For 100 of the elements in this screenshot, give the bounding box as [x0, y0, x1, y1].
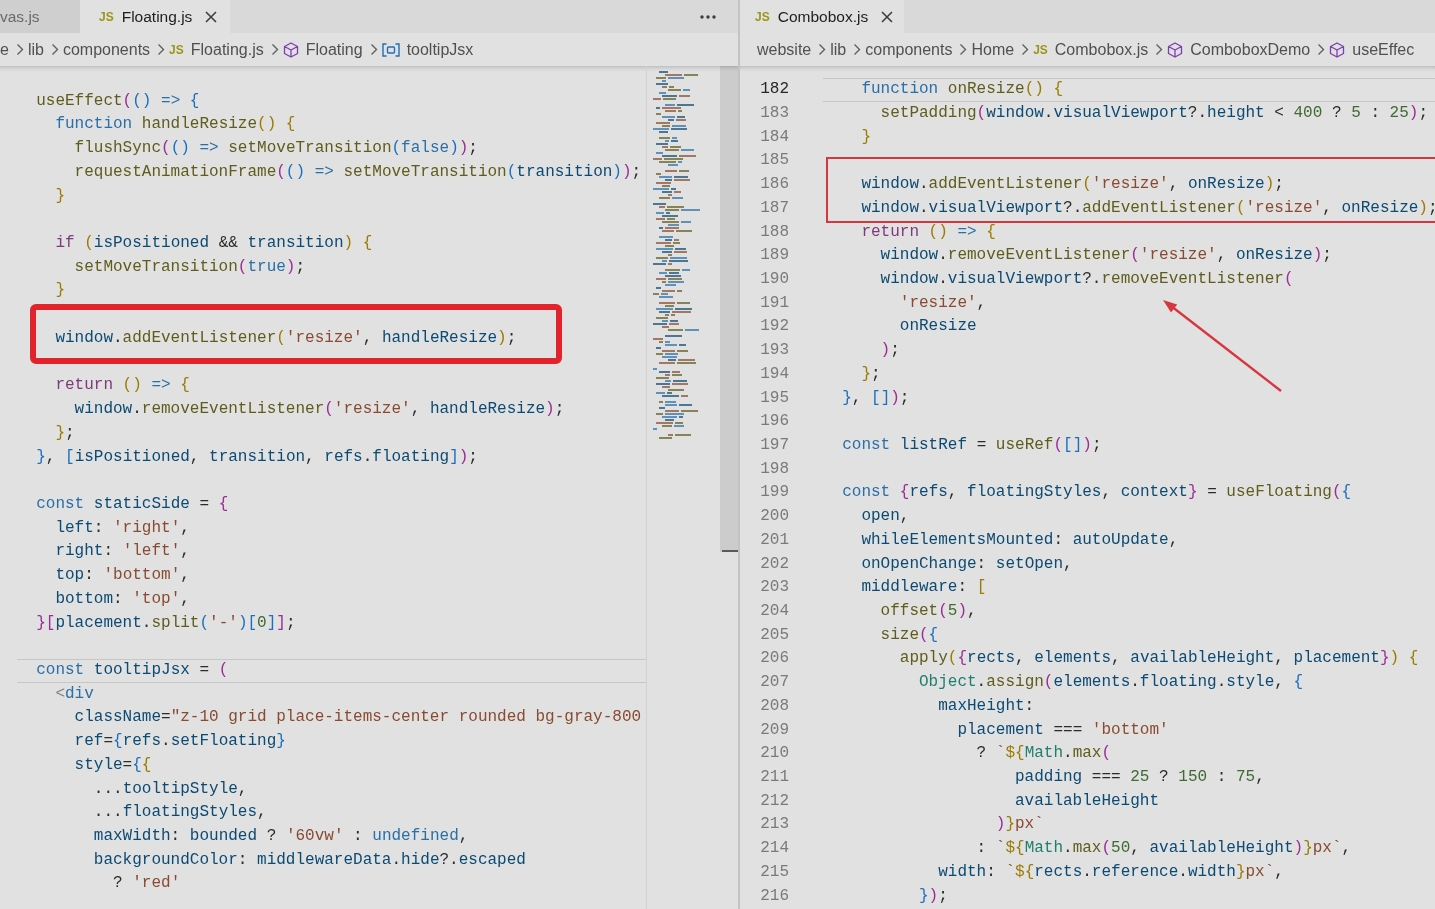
chevron-right-icon [818, 43, 827, 56]
code-line: flushSync(() => setMoveTransition(false)); [74, 138, 478, 160]
code-line: size({ [880, 624, 939, 646]
breadcrumb-item[interactable]: website [757, 37, 812, 62]
breadcrumb-item[interactable]: lib [830, 37, 847, 62]
breadcrumb-item[interactable]: JS Combobox.js [1033, 37, 1149, 62]
line-number: 214 [759, 838, 789, 860]
code-line: backgroundColor: middlewareData.hide?.escaped [93, 849, 526, 871]
breadcrumb-item[interactable]: useEffec [1329, 37, 1415, 62]
close-icon[interactable] [881, 10, 894, 23]
chevron-right-icon [959, 43, 968, 56]
line-number: 211 [759, 767, 789, 789]
line-number: 216 [759, 885, 789, 907]
breadcrumb-item[interactable]: Floating [282, 37, 363, 62]
line-number: 187 [759, 197, 789, 219]
chevron-right-icon [15, 43, 24, 56]
editor-tab[interactable]: vas.js [0, 0, 80, 33]
code-line: : `${Math.max(50, availableHeight)}px`, [976, 838, 1352, 860]
code-line: ref={refs.setFloating} [74, 731, 286, 753]
breadcrumb-item[interactable]: components [865, 37, 953, 62]
breadcrumb-item[interactable]: tooltipJsx [381, 37, 474, 62]
code-line: }, [isPositioned, transition, refs.floating]); [36, 446, 478, 468]
code-line: whileElementsMounted: autoUpdate, [861, 529, 1179, 551]
code-line: function onResize() { [861, 79, 1064, 101]
code-line: apply({rects, elements, availableHeight, placement}) { [899, 648, 1419, 670]
more-actions-icon[interactable] [700, 14, 716, 19]
code-line: window.visualViewport?.addEventListener('resize', onResize); [861, 197, 1435, 219]
line-number: 209 [759, 719, 789, 741]
code-line: middleware: [ [861, 577, 987, 599]
breadcrumb-item[interactable]: lib [27, 37, 44, 62]
code-line: ...tooltipStyle, [93, 778, 248, 800]
chevron-right-icon [50, 43, 59, 56]
code-line: }; [55, 422, 75, 444]
code-line: open, [861, 506, 910, 528]
chevron-right-icon [369, 43, 378, 56]
close-icon[interactable] [205, 10, 218, 23]
line-number: 205 [759, 624, 789, 646]
code-line: right: 'left', [55, 541, 190, 563]
line-number: 213 [759, 814, 789, 836]
code-line: if (isPositioned && transition) { [55, 233, 373, 255]
line-number: 191 [759, 292, 789, 314]
code-line: className="z-10 grid place-items-center rounded bg-gray-800 [74, 707, 642, 729]
code-line: } [55, 280, 65, 302]
line-number: 192 [759, 316, 789, 338]
code-line: placement === 'bottom' [957, 719, 1169, 741]
cursor-position-marker [722, 550, 738, 552]
breadcrumb-item[interactable]: components [62, 37, 151, 62]
code-line: const tooltipJsx = ( [36, 659, 229, 681]
code-line: return () => { [861, 221, 996, 243]
chevron-right-icon [1021, 43, 1030, 56]
line-number: 202 [759, 553, 789, 575]
line-number: 188 [759, 221, 789, 243]
line-number: 201 [759, 529, 789, 551]
code-line: window.addEventListener('resize', onResize); [861, 174, 1284, 196]
brackets-icon [381, 42, 400, 57]
breadcrumb-item[interactable]: e [0, 37, 9, 62]
code-line: function handleResize() { [55, 114, 296, 136]
editor-tab[interactable]: JS Combobox.js [740, 0, 905, 33]
code-line: window.visualViewport?.removeEventListener( [880, 268, 1294, 290]
code-line: const {refs, floatingStyles, context} = useFloating({ [842, 482, 1352, 504]
breadcrumb-item[interactable]: Home [971, 37, 1015, 62]
scrollbar-thumb[interactable] [720, 66, 738, 552]
code-line: onResize [899, 316, 977, 338]
cube-icon [1167, 41, 1184, 58]
line-number: 208 [759, 695, 789, 717]
code-line: }); [919, 885, 948, 907]
code-line: }; [861, 363, 881, 385]
code-line: ? 'red' [113, 873, 181, 895]
line-number: 212 [759, 790, 789, 812]
line-number: 197 [759, 434, 789, 456]
code-line: setMoveTransition(true); [74, 256, 306, 278]
editor-tab[interactable]: JS Floating.js [80, 0, 231, 33]
code-line: ); [880, 340, 900, 362]
line-number: 182 [759, 79, 789, 101]
chevron-right-icon [853, 43, 862, 56]
line-number: 190 [759, 268, 789, 290]
code-line: const staticSide = { [36, 493, 229, 515]
code-line: padding === 25 ? 150 : 75, [1015, 767, 1265, 789]
line-number: 203 [759, 577, 789, 599]
code-line: availableHeight [1015, 790, 1160, 812]
line-number: 206 [759, 648, 789, 670]
code-line: window.addEventListener('resize', handleResize); [55, 327, 517, 349]
line-number: 199 [759, 482, 789, 504]
code-line: offset(5), [880, 601, 977, 622]
line-number: 194 [759, 363, 789, 385]
code-line: top: 'bottom', [55, 565, 190, 587]
code-line: }, []); [842, 387, 910, 409]
code-line: const listRef = useRef([]); [842, 434, 1102, 456]
line-number: 207 [759, 672, 789, 694]
code-line: window.removeEventListener('resize', handleResize); [74, 399, 565, 421]
code-line: setPadding(window.visualViewport?.height < 400 ? 5 : 25); [880, 102, 1428, 124]
code-line: style={{ [74, 754, 152, 776]
chevron-right-icon [1155, 43, 1164, 56]
breadcrumb-item[interactable]: JS Floating.js [169, 37, 264, 62]
line-number: 210 [759, 743, 789, 765]
line-number: 183 [759, 102, 789, 124]
line-number: 185 [759, 150, 789, 172]
breadcrumb-item[interactable]: ComboboxDemo [1167, 37, 1311, 62]
chevron-right-icon [270, 43, 279, 56]
line-number: 189 [759, 245, 789, 267]
